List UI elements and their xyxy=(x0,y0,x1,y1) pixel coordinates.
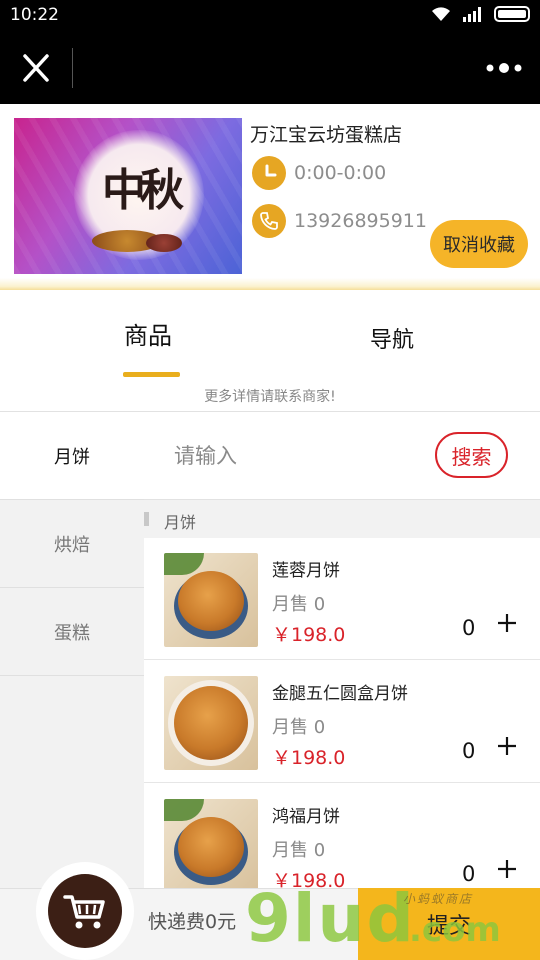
product-image xyxy=(164,676,258,770)
product-image xyxy=(164,553,258,647)
store-hours-row: 0:00-0:00 xyxy=(252,156,386,190)
product-image xyxy=(164,799,258,888)
add-to-cart-button[interactable] xyxy=(492,854,522,884)
shipping-fee: 快递费0元 xyxy=(148,911,237,933)
product-quantity: 0 xyxy=(462,739,476,763)
close-icon xyxy=(23,54,49,82)
submit-button[interactable]: 提交 xyxy=(358,888,540,960)
contact-notice: 更多详情请联系商家! xyxy=(204,389,336,405)
category-item-cake[interactable]: 蛋糕 xyxy=(0,588,144,676)
product-sales: 月售 0 xyxy=(272,717,326,738)
tab-goods[interactable]: 商品 xyxy=(124,316,172,351)
store-name: 万江宝云坊蛋糕店 xyxy=(250,124,403,146)
category-item-baking[interactable]: 烘焙 xyxy=(0,500,144,588)
add-to-cart-button[interactable] xyxy=(492,608,522,638)
product-sales: 月售 0 xyxy=(272,594,326,615)
add-to-cart-button[interactable] xyxy=(492,731,522,761)
search-button[interactable]: 搜索 xyxy=(435,432,508,478)
plus-icon xyxy=(498,860,516,878)
store-banner-image: 中秋 xyxy=(14,118,242,274)
wifi-icon xyxy=(432,7,450,21)
battery-icon xyxy=(494,6,530,22)
store-phone-row[interactable]: 13926895911 xyxy=(252,204,427,238)
clock-icon xyxy=(252,156,286,190)
product-price: ￥198.0 xyxy=(272,747,346,769)
category-item-mooncake[interactable]: 月饼 xyxy=(0,412,144,500)
store-phone[interactable]: 13926895911 xyxy=(294,210,427,232)
store-header: 中秋 万江宝云坊蛋糕店 0:00-0:00 13926895911 取消收藏 xyxy=(0,104,540,292)
product-sales: 月售 0 xyxy=(272,840,326,861)
banner-calligraphy: 中秋 xyxy=(102,165,184,216)
product-item[interactable]: 鸿福月饼 月售 0 ￥198.0 0 xyxy=(144,784,540,888)
product-price: ￥198.0 xyxy=(272,870,346,888)
plus-icon xyxy=(498,614,516,632)
product-price: ￥198.0 xyxy=(272,624,346,646)
active-tab-indicator xyxy=(123,372,180,377)
top-nav-bar xyxy=(0,32,540,104)
tab-navigation[interactable]: 导航 xyxy=(370,322,414,354)
phone-icon xyxy=(252,204,286,238)
plus-icon xyxy=(498,737,516,755)
close-button[interactable] xyxy=(14,48,58,88)
store-hours: 0:00-0:00 xyxy=(294,162,387,184)
section-header: 月饼 xyxy=(144,500,540,538)
signal-icon xyxy=(463,7,481,22)
search-input[interactable] xyxy=(174,438,414,474)
banner-fruit xyxy=(146,234,182,252)
product-name: 莲蓉月饼 xyxy=(272,561,340,581)
product-name: 金腿五仁圆盒月饼 xyxy=(272,684,408,704)
nav-divider xyxy=(72,48,73,88)
section-title: 月饼 xyxy=(164,513,197,532)
product-item[interactable]: 莲蓉月饼 月售 0 ￥198.0 0 xyxy=(144,538,540,660)
tab-bar: 商品 导航 xyxy=(0,290,540,380)
product-name: 鸿福月饼 xyxy=(272,807,340,827)
status-time: 10:22 xyxy=(10,5,59,25)
more-button[interactable] xyxy=(484,54,524,82)
cart-button[interactable] xyxy=(48,874,122,948)
category-sidebar: 月饼 烘焙 蛋糕 xyxy=(0,412,144,888)
section-marker xyxy=(144,512,149,526)
product-item[interactable]: 金腿五仁圆盒月饼 月售 0 ￥198.0 0 xyxy=(144,661,540,783)
search-bar: 搜索 xyxy=(144,412,540,500)
more-icon xyxy=(486,63,522,73)
product-quantity: 0 xyxy=(462,616,476,640)
status-bar: 10:22 xyxy=(0,0,540,32)
product-quantity: 0 xyxy=(462,862,476,886)
unfavorite-button[interactable]: 取消收藏 xyxy=(430,220,528,268)
product-list: 莲蓉月饼 月售 0 ￥198.0 0 金腿五仁圆盒月饼 月售 0 ￥198.0 … xyxy=(144,538,540,888)
cart-icon xyxy=(63,895,105,929)
status-icons xyxy=(430,6,530,22)
